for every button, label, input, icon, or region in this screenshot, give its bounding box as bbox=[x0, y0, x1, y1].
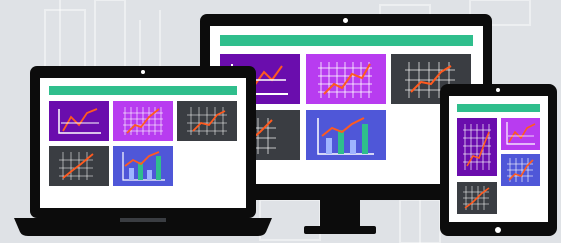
line-chart-icon bbox=[506, 122, 536, 145]
grid-chart-icon bbox=[463, 124, 491, 170]
tablet-tile-grid-line-chart bbox=[457, 118, 497, 176]
grid-chart-icon bbox=[463, 186, 490, 210]
tablet-home-button bbox=[495, 227, 501, 233]
grid-chart-icon bbox=[507, 158, 534, 182]
tablet-header-bar bbox=[457, 104, 540, 112]
tablet-tile-line-chart bbox=[501, 118, 540, 150]
tablet-tile-blue-chart bbox=[501, 154, 540, 186]
tablet-camera bbox=[496, 88, 500, 92]
tablet-tile-dark-chart bbox=[457, 182, 497, 214]
tablet-screen bbox=[449, 96, 548, 222]
